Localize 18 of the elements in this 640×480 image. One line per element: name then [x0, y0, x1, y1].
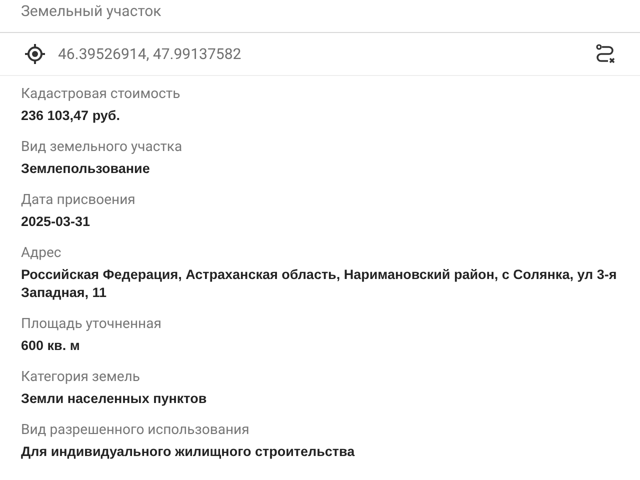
- field-value: 2025-03-31: [21, 213, 92, 231]
- section-title: Земельный участок: [21, 1, 162, 22]
- field-label: Кадастровая стоимость: [21, 85, 182, 104]
- location-target-icon: [24, 43, 46, 65]
- field-label: Вид земельного участка: [21, 138, 184, 157]
- field-label: Вид разрешенного использования: [21, 421, 250, 440]
- field-label: Категория земель: [21, 368, 141, 387]
- field-value: 236 103,47 руб.: [21, 107, 121, 125]
- field-value: Землепользование: [21, 160, 151, 178]
- field-label: Площадь уточненная: [21, 315, 162, 334]
- field-value: Российская Федерация, Астраханская область, Наримановский район, с Солянка, ул 3-я Западная, 11: [21, 266, 618, 302]
- route-icon[interactable]: [594, 43, 616, 65]
- field-label: Дата присвоения: [21, 191, 136, 210]
- coordinates-text: 46.39526914, 47.99137582: [58, 45, 242, 63]
- field-value: Земли населенных пунктов: [21, 390, 208, 408]
- field-value: Для индивидуального жилищного строительства: [21, 443, 356, 461]
- field-value: 600 кв. м: [21, 337, 81, 355]
- field-label: Адрес: [21, 244, 62, 263]
